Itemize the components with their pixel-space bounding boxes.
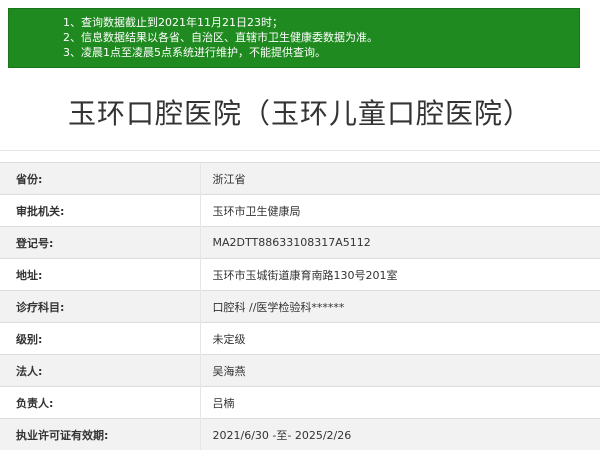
approval-authority-label: 审批机关: [0, 194, 201, 227]
address-value: 玉环市玉城街道康育南路130号201室 [200, 258, 600, 291]
hospital-info-table: 省份: 浙江省 审批机关: 玉环市卫生健康局 登记号: MA2DTT886331… [0, 162, 600, 450]
departments-label: 诊疗科目: [0, 290, 201, 323]
notice-line-2: 2、信息数据结果以各省、自治区、直辖市卫生健康委数据为准。 [63, 31, 378, 44]
table-row-person-in-charge: 负责人: 吕楠 [0, 386, 600, 419]
notice-line-1: 1、查询数据截止到2021年11月21日23时； [63, 16, 283, 29]
table-row-level: 级别: 未定级 [0, 322, 600, 355]
table-row-registration-number: 登记号: MA2DTT88633108317A5112 [0, 226, 600, 259]
notice-banner: 1、查询数据截止到2021年11月21日23时； 2、信息数据结果以各省、自治区… [8, 8, 580, 68]
table-row-legal-person: 法人: 吴海燕 [0, 354, 600, 387]
address-label: 地址: [0, 258, 201, 291]
title-divider [0, 150, 600, 151]
license-validity-value: 2021/6/30 -至- 2025/2/26 [200, 418, 600, 450]
notice-line-3: 3、凌晨1点至凌晨5点系统进行维护，不能提供查询。 [63, 46, 326, 59]
legal-person-label: 法人: [0, 354, 201, 387]
approval-authority-value: 玉环市卫生健康局 [200, 194, 600, 227]
person-in-charge-value: 吕楠 [200, 386, 600, 419]
departments-value: 口腔科 //医学检验科****** [200, 290, 600, 323]
table-row-approval-authority: 审批机关: 玉环市卫生健康局 [0, 194, 600, 227]
registration-number-label: 登记号: [0, 226, 201, 259]
table-row-departments: 诊疗科目: 口腔科 //医学检验科****** [0, 290, 600, 323]
license-validity-label: 执业许可证有效期: [0, 418, 201, 450]
legal-person-value: 吴海燕 [200, 354, 600, 387]
province-value: 浙江省 [200, 162, 600, 195]
registration-number-value: MA2DTT88633108317A5112 [200, 226, 600, 259]
table-row-province: 省份: 浙江省 [0, 162, 600, 195]
table-row-license-validity: 执业许可证有效期: 2021/6/30 -至- 2025/2/26 [0, 418, 600, 450]
table-row-address: 地址: 玉环市玉城街道康育南路130号201室 [0, 258, 600, 291]
level-label: 级别: [0, 322, 201, 355]
person-in-charge-label: 负责人: [0, 386, 201, 419]
page-title: 玉环口腔医院（玉环儿童口腔医院） [67, 97, 532, 130]
province-label: 省份: [0, 162, 201, 195]
level-value: 未定级 [200, 322, 600, 355]
